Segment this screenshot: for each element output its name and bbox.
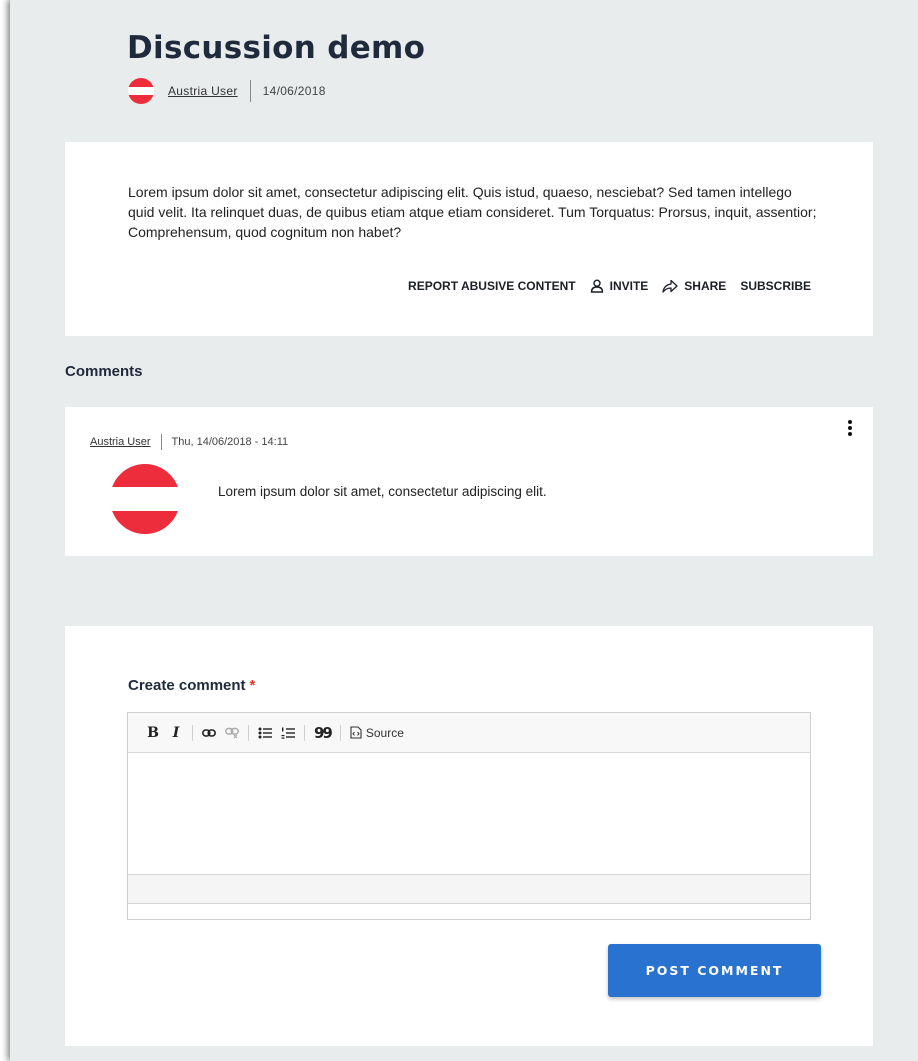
comment-avatar[interactable] — [110, 464, 180, 534]
blockquote-button[interactable]: 99 — [314, 723, 333, 743]
comment-meta: Austria User Thu, 14/06/2018 - 14:11 — [90, 434, 288, 450]
invite-button[interactable]: INVITE — [590, 279, 649, 293]
create-comment-label: Create comment * — [128, 677, 255, 694]
link-icon — [202, 728, 216, 737]
comment-text: Lorem ipsum dolor sit amet, consectetur … — [218, 484, 547, 499]
bold-button[interactable]: B — [146, 723, 160, 743]
invite-label: INVITE — [609, 279, 649, 293]
link-button[interactable] — [202, 723, 216, 743]
editor-toolbar: B I 99 Source — [128, 713, 810, 753]
editor-status-bar — [128, 875, 810, 904]
source-icon — [350, 726, 362, 739]
post-comment-button[interactable]: POST COMMENT — [608, 944, 821, 997]
invite-person-icon — [590, 279, 603, 293]
share-button[interactable]: SHARE — [662, 279, 726, 293]
bulleted-list-icon — [258, 727, 272, 738]
post-actions: REPORT ABUSIVE CONTENT INVITE SHARE SUBS… — [394, 279, 811, 293]
share-arrow-icon — [662, 279, 678, 293]
comment-card: Austria User Thu, 14/06/2018 - 14:11 Lor… — [65, 407, 873, 556]
subscribe-label: SUBSCRIBE — [740, 279, 811, 293]
form-label-text: Create comment — [128, 677, 246, 694]
numbered-list-icon — [281, 727, 295, 739]
unlink-button[interactable] — [225, 723, 239, 743]
post-card: Lorem ipsum dolor sit amet, consectetur … — [65, 142, 873, 336]
source-label: Source — [365, 725, 404, 740]
comment-form: Create comment * B I 99 Source POST COMM… — [65, 626, 873, 1046]
post-date: 14/06/2018 — [262, 84, 326, 98]
required-marker: * — [249, 677, 256, 694]
bulleted-list-button[interactable] — [258, 723, 272, 743]
author-avatar[interactable] — [128, 78, 154, 104]
comment-author-link[interactable]: Austria User — [90, 436, 151, 448]
report-label: REPORT ABUSIVE CONTENT — [408, 279, 576, 293]
comments-heading: Comments — [65, 363, 143, 380]
share-label: SHARE — [684, 279, 727, 293]
numbered-list-button[interactable] — [281, 723, 295, 743]
kebab-menu-icon[interactable] — [845, 420, 855, 436]
unlink-icon — [225, 727, 239, 738]
source-button[interactable]: Source — [350, 723, 404, 743]
toolbar-separator — [248, 724, 249, 741]
rich-text-editor: B I 99 Source — [127, 712, 811, 920]
italic-button[interactable]: I — [169, 723, 183, 743]
blockquote-icon: 99 — [314, 723, 333, 742]
comment-textarea[interactable] — [128, 753, 810, 875]
page-title: Discussion demo — [127, 30, 426, 66]
post-body: Lorem ipsum dolor sit amet, consectetur … — [128, 184, 817, 240]
post-meta: Austria User 14/06/2018 — [128, 78, 326, 104]
comment-date: Thu, 14/06/2018 - 14:11 — [171, 436, 289, 448]
page: Discussion demo Austria User 14/06/2018 … — [10, 0, 918, 1061]
toolbar-separator — [192, 724, 193, 741]
divider — [249, 80, 251, 102]
toolbar-separator — [304, 724, 305, 741]
divider — [160, 434, 162, 450]
report-abusive-button[interactable]: REPORT ABUSIVE CONTENT — [408, 279, 576, 293]
subscribe-button[interactable]: SUBSCRIBE — [740, 279, 811, 293]
author-link[interactable]: Austria User — [168, 84, 238, 98]
toolbar-separator — [339, 724, 341, 741]
